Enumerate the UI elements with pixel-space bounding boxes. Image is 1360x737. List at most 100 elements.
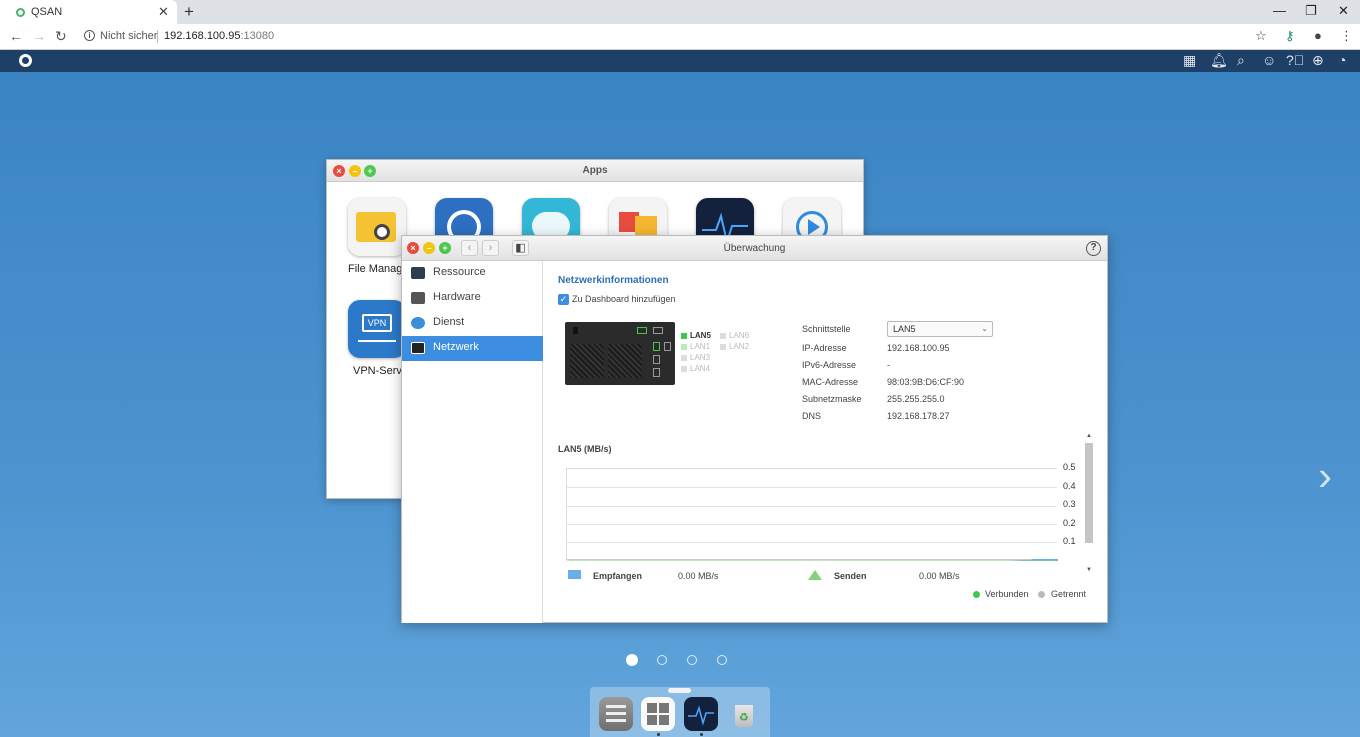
nas-port-lan5 (637, 327, 647, 334)
apps-titlebar[interactable]: × – + Apps (327, 160, 863, 182)
page-dot-1[interactable] (626, 654, 638, 666)
connected-label: Verbunden (985, 589, 1029, 599)
app-grid-icon[interactable]: ▦ (1183, 52, 1196, 69)
close-window-icon[interactable]: ✕ (1338, 3, 1349, 19)
port-lan6: LAN6 (720, 331, 749, 340)
new-tab-button[interactable]: + (184, 2, 194, 22)
sidebar-item-label: Dienst (433, 316, 465, 328)
browser-tab-strip: QSAN ✕ + — ❐ ✕ (0, 0, 1360, 24)
interface-select-value: LAN5 (893, 324, 916, 334)
next-page-chevron-icon[interactable]: › (1318, 452, 1332, 500)
url-host: 192.168.100.95 (164, 30, 241, 42)
qsan-favicon-icon (16, 8, 25, 17)
folder-search-icon[interactable] (348, 198, 406, 256)
globe-service-icon (411, 317, 425, 329)
key-extension-icon[interactable]: ⚷ (1285, 28, 1295, 44)
mac-value: 98:03:9B:D6:CF:90 (887, 377, 965, 387)
sidebar-item-dienst[interactable]: Dienst (402, 311, 543, 336)
y-tick-label: 0.2 (1063, 518, 1076, 528)
notification-bell-icon[interactable]: 🔔︎ (1210, 52, 1228, 69)
monitor-sidebar: Ressource Hardware Dienst Netzwerk (402, 261, 543, 623)
y-tick-label: 0.4 (1063, 481, 1076, 491)
monitoring-window: × – + ‹ › ◧ Überwachung ? Ressource Hard… (401, 235, 1108, 623)
scrollbar-thumb[interactable] (1085, 443, 1093, 543)
sidebar-item-label: Netzwerk (433, 341, 479, 353)
help-icon[interactable]: ?⃝ (1286, 52, 1304, 68)
chart-scrollbar[interactable]: ▲ ▼ (1085, 433, 1093, 575)
receive-legend-label: Empfangen (593, 571, 643, 581)
sidebar-item-ressource[interactable]: Ressource (402, 261, 543, 286)
y-tick-label: 0.5 (1063, 462, 1076, 472)
profile-icon[interactable]: ● (1314, 28, 1322, 43)
search-icon[interactable]: ⌕ (1237, 52, 1245, 69)
monitoring-titlebar[interactable]: × – + ‹ › ◧ Überwachung ? (402, 236, 1107, 261)
disconnected-status-dot (1038, 591, 1045, 598)
minimize-window-icon[interactable]: — (1273, 3, 1286, 18)
ip-value: 192.168.100.95 (887, 343, 950, 353)
browser-tab[interactable]: QSAN ✕ (0, 0, 177, 24)
reload-icon[interactable]: ↻ (55, 28, 67, 45)
vpn-badge: VPN (362, 314, 392, 332)
connected-status-dot (973, 591, 980, 598)
close-tab-icon[interactable]: ✕ (158, 4, 169, 20)
recycle-bin-icon[interactable]: ♻ (727, 697, 761, 731)
network-panel: Netzwerkinformationen ✓ Zu Dashboard hin… (544, 261, 1108, 623)
nas-port (653, 342, 660, 351)
site-info-icon[interactable]: i (84, 30, 95, 41)
address-input[interactable]: 192.168.100.95:13080 (164, 30, 274, 42)
nas-port (653, 355, 660, 364)
interface-select[interactable]: LAN5 ⌄ (887, 321, 993, 337)
back-icon[interactable]: ← (9, 28, 23, 44)
subnet-label: Subnetzmaske (802, 394, 862, 404)
traffic-chart-plot (566, 468, 1058, 561)
port-lan5: LAN5 (681, 331, 711, 340)
disconnected-label: Getrennt (1051, 589, 1087, 599)
sidebar-item-netzwerk[interactable]: Netzwerk (402, 336, 543, 361)
page-dot-3[interactable] (687, 655, 697, 665)
help-icon[interactable]: ? (1086, 241, 1101, 256)
vpn-icon[interactable]: VPN (348, 300, 406, 358)
y-tick-label: 0.1 (1063, 536, 1076, 546)
apps-grid-icon[interactable] (641, 697, 675, 731)
dns-value: 192.168.178.27 (887, 411, 950, 421)
page-dot-4[interactable] (717, 655, 727, 665)
subnet-value: 255.255.255.0 (887, 394, 945, 404)
bookmark-star-icon[interactable]: ☆ (1255, 28, 1267, 44)
window-title: Apps (582, 165, 608, 176)
interface-label: Schnittstelle (802, 324, 851, 334)
nas-port (653, 327, 663, 334)
forward-icon[interactable]: → (32, 28, 46, 44)
sidebar-item-label: Hardware (433, 291, 481, 303)
traffic-chart-svg (567, 559, 1058, 561)
hardware-icon (411, 292, 425, 304)
restore-window-icon[interactable]: ❐ (1305, 3, 1317, 19)
nas-grill (570, 344, 604, 378)
language-globe-icon[interactable]: ⊕ (1312, 52, 1324, 69)
chevron-down-icon: ⌄ (981, 324, 988, 333)
user-icon[interactable]: ☺ (1262, 52, 1276, 68)
nas-port (664, 342, 671, 351)
sidebar-item-label: Ressource (433, 266, 486, 278)
port-lan4: LAN4 (681, 364, 710, 373)
control-panel-icon[interactable] (599, 697, 633, 731)
qsan-logo-icon[interactable] (19, 54, 32, 67)
app-label: File Manage (348, 263, 409, 275)
security-label[interactable]: Nicht sicher (100, 30, 157, 42)
dock-handle[interactable] (668, 688, 691, 693)
page-dot-2[interactable] (657, 655, 667, 665)
scroll-down-icon[interactable]: ▼ (1085, 567, 1093, 573)
monitor-pulse-icon[interactable] (684, 697, 718, 731)
running-indicator (700, 733, 703, 736)
browser-menu-icon[interactable]: ⋮ (1340, 28, 1353, 44)
pulse-line (688, 705, 714, 726)
dashboard-gauge-icon[interactable]: ◔ (1338, 52, 1346, 68)
dashboard-checkbox[interactable]: ✓ (558, 294, 569, 305)
sidebar-item-hardware[interactable]: Hardware (402, 286, 543, 311)
scroll-up-icon[interactable]: ▲ (1085, 433, 1093, 439)
dashboard-checkbox-label[interactable]: Zu Dashboard hinzufügen (572, 294, 676, 304)
port-lan1: LAN1 (681, 342, 710, 351)
running-indicator (657, 733, 660, 736)
ipv6-label: IPv6-Adresse (802, 360, 857, 370)
receive-value: 0.00 MB/s (678, 571, 719, 581)
address-separator (157, 30, 158, 43)
